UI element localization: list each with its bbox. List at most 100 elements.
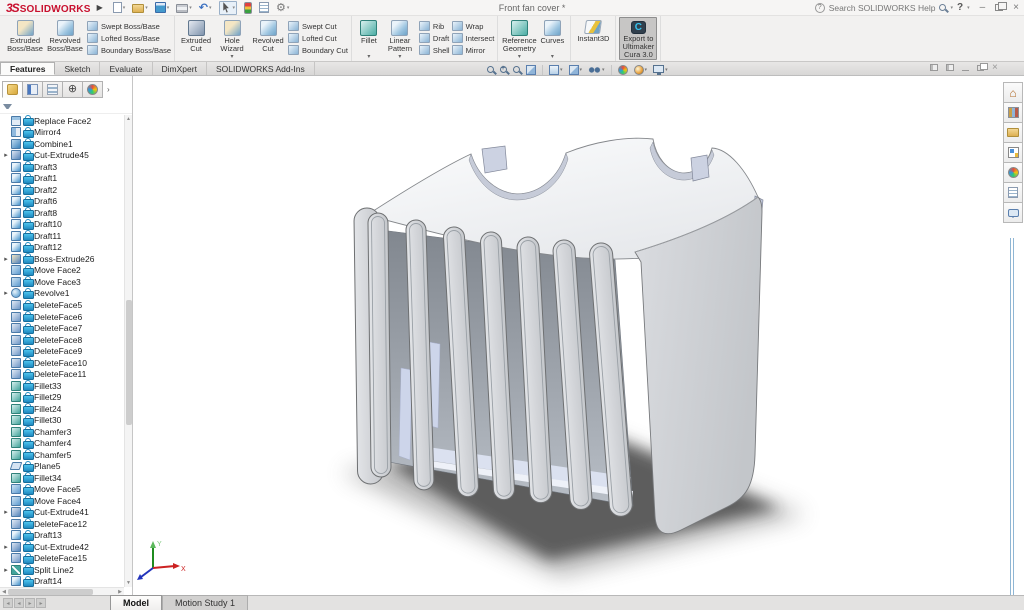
export-to-cura-button[interactable]: C Export to Ultimaker Cura 3.0 [619, 17, 657, 60]
dropdown-arrow-icon[interactable]: ▾ [602, 67, 605, 73]
tree-item[interactable]: Chamfer3 [0, 426, 124, 438]
tree-item[interactable]: Replace Face2 [0, 115, 124, 127]
tree-item[interactable]: Fillet33 [0, 380, 124, 392]
nav-last-icon[interactable]: ▸ [36, 598, 46, 608]
search-icon[interactable] [939, 4, 946, 11]
tree-item[interactable]: DeleteFace12 [0, 518, 124, 530]
tree-item[interactable]: DeleteFace8 [0, 334, 124, 346]
scroll-left-arrow-icon[interactable]: ◀ [0, 589, 8, 595]
scroll-down-arrow-icon[interactable]: ▼ [125, 579, 132, 587]
pane-split-icon[interactable] [930, 64, 938, 71]
view-orientation-button[interactable]: ▾ [549, 65, 563, 75]
tree-item[interactable]: Draft13 [0, 530, 124, 542]
tree-item[interactable]: Cut-Extrude45 [0, 150, 124, 162]
display-style-button[interactable]: ▾ [569, 65, 583, 75]
dropdown-arrow-icon[interactable]: ▾ [645, 67, 648, 73]
zoom-to-area-button[interactable] [500, 66, 507, 73]
tree-item[interactable]: Cut-Extrude41 [0, 507, 124, 519]
tree-item[interactable]: Move Face2 [0, 265, 124, 277]
scroll-up-arrow-icon[interactable]: ▲ [125, 115, 132, 123]
fan-cover-model[interactable]: Y X [134, 76, 1002, 595]
featuremanager-tree-tab[interactable] [2, 81, 23, 98]
help-button[interactable]: ? [957, 2, 963, 13]
tree-item[interactable]: Cut-Extrude42 [0, 541, 124, 553]
search-dropdown-arrow-icon[interactable]: ▾ [950, 5, 953, 11]
view-palette-button[interactable] [1003, 142, 1023, 163]
tree-item[interactable]: Combine1 [0, 138, 124, 150]
revolved-boss-base-button[interactable]: Revolved Boss/Base [45, 17, 85, 60]
lofted-cut-button[interactable]: Lofted Cut [288, 32, 348, 44]
options-button[interactable]: ⚙▾ [276, 2, 289, 14]
new-document-button[interactable]: ▾ [113, 2, 126, 13]
tree-item[interactable]: Fillet30 [0, 414, 124, 426]
fillet-button[interactable]: Fillet [355, 17, 383, 60]
appearances-button[interactable] [1003, 162, 1023, 183]
tab-evaluate[interactable]: Evaluate [100, 62, 152, 75]
doc-minimize-button[interactable] [962, 70, 969, 71]
doc-restore-button[interactable] [977, 65, 984, 71]
tree-horizontal-scrollbar[interactable]: ◀ ▶ [0, 587, 124, 595]
doc-close-button[interactable]: × [992, 63, 998, 72]
expand-arrow-icon[interactable] [3, 566, 9, 574]
expand-arrow-icon[interactable] [3, 289, 9, 297]
extruded-boss-base-button[interactable]: Extruded Boss/Base [5, 17, 45, 60]
model-tab[interactable]: Model [110, 595, 162, 610]
design-library-button[interactable] [1003, 102, 1023, 123]
tree-item[interactable]: Draft1 [0, 173, 124, 185]
dropdown-arrow-icon[interactable]: ▾ [580, 67, 583, 73]
tab-sketch[interactable]: Sketch [55, 62, 100, 75]
hole-wizard-button[interactable]: Hole Wizard [214, 17, 250, 60]
expand-arrow-icon[interactable] [3, 508, 9, 516]
tree-item[interactable]: DeleteFace11 [0, 368, 124, 380]
pane-split-icon[interactable] [946, 64, 954, 71]
tree-item[interactable]: DeleteFace6 [0, 311, 124, 323]
previous-view-button[interactable] [513, 66, 520, 73]
tree-item[interactable]: Draft2 [0, 184, 124, 196]
restore-button[interactable] [995, 4, 1003, 11]
close-button[interactable]: × [1013, 2, 1019, 13]
search-box[interactable]: ? Search SOLIDWORKS Help ▾ ? ▾ – × [815, 2, 1024, 13]
tree-item[interactable]: Draft6 [0, 196, 124, 208]
tree-item[interactable]: Draft8 [0, 207, 124, 219]
vertical-scroll-thumb[interactable] [126, 300, 132, 425]
custom-properties-button[interactable] [1003, 182, 1023, 203]
tree-item[interactable]: Split Line2 [0, 564, 124, 576]
nav-next-icon[interactable]: ▸ [25, 598, 35, 608]
dropdown-arrow-icon[interactable]: ▾ [167, 5, 170, 11]
tab-solidworks-add-ins[interactable]: SOLIDWORKS Add-Ins [207, 62, 315, 75]
dropdown-arrow-icon[interactable]: ▾ [560, 67, 563, 73]
zoom-to-fit-button[interactable] [487, 66, 494, 73]
expand-arrow-icon[interactable] [3, 151, 9, 159]
tree-item[interactable]: Fillet24 [0, 403, 124, 415]
tree-item[interactable]: Chamfer5 [0, 449, 124, 461]
extruded-cut-button[interactable]: Extruded Cut [178, 17, 214, 60]
wrap-button[interactable]: Wrap [452, 20, 495, 32]
rebuild-button[interactable] [244, 2, 252, 14]
tree-item[interactable]: Fillet29 [0, 391, 124, 403]
dropdown-arrow-icon[interactable]: ▾ [209, 5, 212, 11]
dropdown-arrow-icon[interactable]: ▾ [145, 5, 148, 11]
tree-item[interactable]: DeleteFace15 [0, 553, 124, 565]
linear-pattern-button[interactable]: Linear Pattern [383, 17, 417, 60]
propertymanager-tab[interactable] [22, 81, 43, 98]
filter-funnel-icon[interactable] [3, 104, 12, 109]
hide-show-items-button[interactable]: ▾ [588, 65, 605, 74]
file-properties-button[interactable] [259, 2, 269, 13]
intersect-button[interactable]: Intersect [452, 32, 495, 44]
select-button[interactable]: ▾ [219, 1, 238, 15]
tree-item[interactable]: Move Face4 [0, 495, 124, 507]
tree-item[interactable]: Chamfer4 [0, 437, 124, 449]
help-dropdown-arrow-icon[interactable]: ▾ [967, 5, 970, 11]
swept-boss-base-button[interactable]: Swept Boss/Base [87, 20, 171, 32]
tree-vertical-scrollbar[interactable]: ▲ ▼ [124, 115, 132, 587]
solidworks-forum-button[interactable] [1003, 202, 1023, 223]
tab-features[interactable]: Features [0, 62, 55, 75]
rib-button[interactable]: Rib [419, 20, 450, 32]
tree-item[interactable]: Move Face3 [0, 276, 124, 288]
boundary-cut-button[interactable]: Boundary Cut [288, 44, 348, 56]
graphics-area[interactable]: Y X [134, 76, 1002, 595]
dimxpertmanager-tab[interactable]: ⊕ [62, 81, 83, 98]
print-button[interactable]: ▾ [176, 2, 192, 13]
boundary-boss-base-button[interactable]: Boundary Boss/Base [87, 44, 171, 56]
scroll-right-arrow-icon[interactable]: ▶ [116, 589, 124, 595]
